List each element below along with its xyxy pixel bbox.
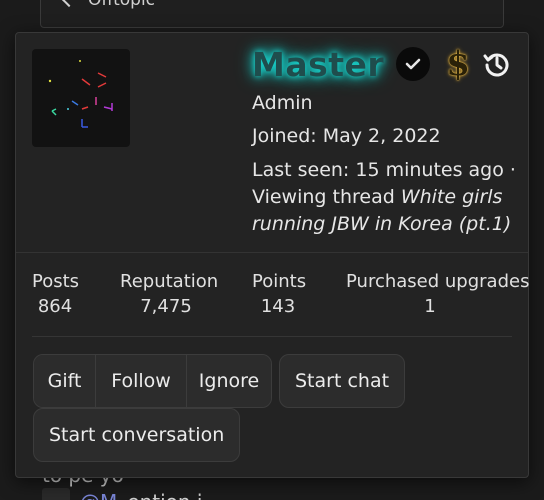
viewing-prefix: Viewing thread [252, 186, 401, 208]
stat-label: Points [252, 271, 307, 292]
stat-label: Posts [32, 271, 80, 292]
ignore-button[interactable]: Ignore [187, 355, 271, 407]
member-role: Admin [252, 92, 313, 114]
chevron-left-icon [61, 0, 77, 8]
username-row: Master $ [252, 41, 512, 87]
avatar-pattern-icon [48, 60, 113, 128]
last-seen-text: Last seen: 15 minutes ago · [252, 159, 516, 181]
stat-label: Purchased upgrades [346, 271, 530, 292]
member-avatar[interactable] [32, 49, 130, 147]
username[interactable]: Master [252, 45, 384, 84]
stat-purchased-upgrades[interactable]: Purchased upgrades 1 [346, 271, 530, 317]
member-last-seen: Last seen: 15 minutes ago · Viewing thre… [252, 157, 522, 238]
divider [32, 336, 512, 337]
start-conversation-button[interactable]: Start conversation [33, 408, 241, 462]
stat-reputation[interactable]: Reputation 7,475 [120, 271, 219, 317]
post-text: ention i [127, 490, 202, 500]
breadcrumb[interactable]: Offtopic [61, 0, 155, 10]
stat-value: 7,475 [140, 296, 192, 317]
member-joined: Joined: May 2, 2022 [252, 125, 441, 147]
start-chat-button[interactable]: Start chat [279, 354, 406, 408]
follow-button[interactable]: Follow [96, 355, 187, 407]
stat-posts[interactable]: Posts 864 [32, 271, 80, 317]
member-stats: Posts 864 Reputation 7,475 Points 143 Pu… [16, 271, 530, 321]
member-header: Master $ Admin Joined: May 2, 2022 Last … [16, 33, 528, 253]
stat-value: 864 [37, 296, 73, 317]
stat-value: 143 [260, 296, 296, 317]
stat-value: 1 [424, 296, 436, 317]
stat-label: Reputation [120, 271, 219, 292]
member-tooltip-card: Master $ Admin Joined: May 2, 2022 Last … [15, 32, 529, 478]
mention-link[interactable]: @M [80, 490, 117, 500]
action-button-group: Gift Follow Ignore [33, 354, 272, 408]
history-icon[interactable] [482, 49, 512, 79]
dollar-icon: $ [446, 44, 470, 84]
breadcrumb-label[interactable]: Offtopic [88, 0, 155, 10]
gift-button[interactable]: Gift [34, 355, 96, 407]
post-row: @M ention i [42, 488, 202, 500]
avatar[interactable] [42, 488, 70, 500]
verified-icon [396, 47, 431, 81]
stat-points[interactable]: Points 143 [252, 271, 307, 317]
